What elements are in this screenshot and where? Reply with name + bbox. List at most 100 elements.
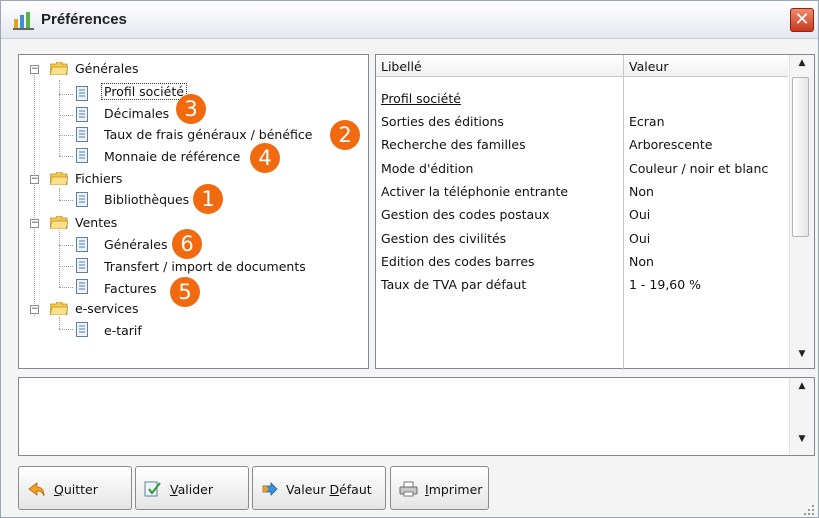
row-value: Non (629, 184, 654, 199)
tree-group-ventes[interactable]: Ventes (75, 215, 117, 230)
annotation-badge: 3 (176, 94, 206, 124)
tree-group-generales[interactable]: Générales (75, 61, 138, 76)
row-label: Mode d'édition (381, 161, 474, 176)
description-memo[interactable]: ▲ ▼ (18, 377, 815, 456)
tree-item-label: Profil société (101, 83, 187, 100)
tree-connector (59, 287, 73, 288)
default-before: Valeur (286, 482, 330, 497)
grid-row[interactable]: Sorties des éditions Ecran (376, 112, 788, 135)
print-button[interactable]: Imprimer (390, 466, 489, 510)
scroll-thumb[interactable] (792, 77, 809, 237)
row-value: 1 - 19,60 % (629, 277, 702, 292)
document-icon (76, 237, 88, 252)
collapse-toggle[interactable]: − (30, 65, 39, 74)
default-value-button[interactable]: Valeur Défaut (252, 466, 386, 510)
default-value-icon (262, 482, 278, 496)
folder-icon (50, 216, 68, 229)
row-value: Oui (629, 231, 651, 246)
scroll-down-icon[interactable]: ▼ (790, 434, 814, 452)
window-title: Préférences (41, 11, 127, 28)
default-rest: éfaut (339, 482, 372, 497)
document-icon (76, 86, 88, 101)
tree-connector (59, 80, 60, 156)
collapse-toggle[interactable]: − (30, 175, 39, 184)
annotation-badge: 5 (170, 277, 200, 307)
tree-connector (59, 227, 60, 287)
document-icon (76, 279, 88, 294)
tree-connector (59, 135, 73, 136)
document-icon (76, 258, 88, 273)
row-label: Profil société (381, 91, 461, 106)
preferences-window: Préférences ✕ − Générales Profil société… (0, 0, 819, 518)
validate-label: Valider (170, 482, 213, 497)
tree-item-factures[interactable]: Factures (104, 281, 156, 296)
tree-item-bibliotheques[interactable]: Bibliothèques (104, 192, 189, 207)
tree-connector (59, 317, 60, 329)
column-header-valeur[interactable]: Valeur (629, 59, 668, 74)
quit-rest: uitter (63, 482, 98, 497)
tree-item-monnaie[interactable]: Monnaie de référence (104, 149, 240, 164)
close-icon[interactable]: ✕ (790, 8, 814, 32)
grid-row[interactable]: Profil société (376, 89, 788, 112)
tree-group-e-services[interactable]: e-services (75, 301, 139, 316)
grid-row[interactable]: Taux de TVA par défaut 1 - 19,60 % (376, 275, 788, 298)
row-label: Gestion des codes postaux (381, 207, 550, 222)
tree-connector (59, 245, 73, 246)
tree-group-fichiers[interactable]: Fichiers (75, 171, 122, 186)
validate-rest: alider (177, 482, 213, 497)
validate-icon (144, 481, 161, 497)
grid-row[interactable]: Edition des codes barres Non (376, 252, 788, 275)
quit-mnemonic: Q (54, 482, 64, 497)
annotation-badge: 2 (330, 120, 360, 150)
tree-item-e-tarif[interactable]: e-tarif (104, 323, 142, 338)
resize-grip-icon[interactable] (803, 504, 815, 516)
collapse-toggle[interactable]: − (30, 305, 39, 314)
row-label: Edition des codes barres (381, 254, 535, 269)
grid-header: Libellé Valeur (376, 55, 788, 77)
print-rest: mprimer (428, 482, 483, 497)
column-header-libelle[interactable]: Libellé (381, 59, 422, 74)
quit-icon (28, 482, 45, 497)
row-label: Sorties des éditions (381, 114, 504, 129)
tree-connector (59, 200, 73, 201)
title-bar: Préférences ✕ (1, 1, 818, 39)
annotation-badge: 6 (172, 229, 202, 259)
row-label: Recherche des familles (381, 137, 526, 152)
scroll-down-icon[interactable]: ▼ (790, 349, 814, 367)
tree-connector (59, 94, 73, 95)
print-icon (399, 481, 418, 497)
memo-scrollbar[interactable]: ▲ ▼ (789, 378, 814, 455)
row-label: Gestion des civilités (381, 231, 507, 246)
tree-item-taux-frais[interactable]: Taux de frais généraux / bénéfice (104, 127, 312, 142)
grid-row[interactable]: Gestion des civilités Oui (376, 229, 788, 252)
tree-connector (59, 266, 73, 267)
tree-item-ventes-generales[interactable]: Générales (104, 237, 167, 252)
annotation-badge: 1 (193, 184, 223, 214)
row-label: Activer la téléphonie entrante (381, 184, 569, 199)
scroll-up-icon[interactable]: ▲ (790, 381, 814, 399)
grid-row[interactable]: Mode d'édition Couleur / noir et blanc (376, 159, 788, 182)
tree-item-profil-societe[interactable]: Profil société (101, 83, 187, 100)
document-icon (76, 148, 88, 163)
validate-button[interactable]: Valider (135, 466, 249, 510)
collapse-toggle[interactable]: − (30, 219, 39, 228)
settings-grid[interactable]: Libellé Valeur Profil société Sorties de… (375, 54, 815, 370)
document-icon (76, 192, 88, 207)
row-value: Ecran (629, 114, 665, 129)
quit-label: Quitter (54, 482, 98, 497)
tree-connector (59, 188, 60, 200)
grid-row[interactable]: Gestion des codes postaux Oui (376, 205, 788, 228)
default-mnemonic: D (329, 482, 340, 497)
scroll-up-icon[interactable]: ▲ (790, 58, 814, 76)
row-value: Arborescente (629, 137, 713, 152)
tree-item-decimales[interactable]: Décimales (104, 106, 169, 121)
grid-row[interactable]: Activer la téléphonie entrante Non (376, 182, 788, 205)
tree-connector (59, 156, 73, 157)
grid-scrollbar[interactable]: ▲ ▼ (789, 55, 814, 368)
document-icon (76, 127, 88, 142)
folder-icon (50, 302, 68, 315)
tree-item-transfert[interactable]: Transfert / import de documents (104, 259, 306, 274)
default-value-label: Valeur Défaut (286, 482, 372, 497)
quit-button[interactable]: Quitter (18, 466, 132, 510)
grid-row[interactable]: Recherche des familles Arborescente (376, 135, 788, 158)
